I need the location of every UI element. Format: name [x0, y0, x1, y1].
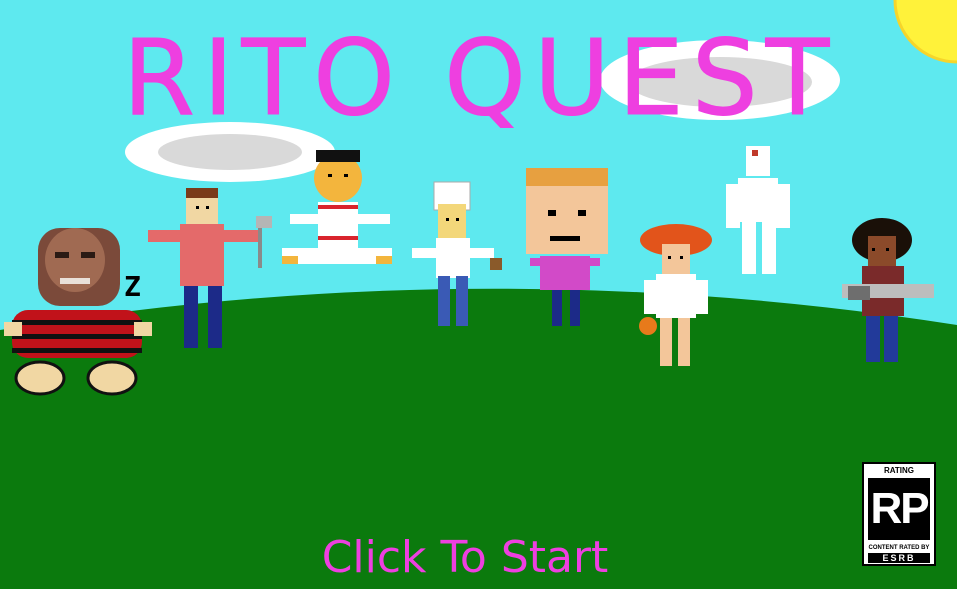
esrb-label: ESRB: [868, 553, 930, 563]
game-title: RITO QUEST: [122, 17, 838, 139]
esrb-rating-badge: RATING PENDING RP CONTENT RATED BY ESRB: [862, 462, 936, 566]
click-to-start-button[interactable]: Click To Start: [300, 528, 630, 588]
rating-letters: RP: [868, 478, 930, 540]
sleep-z-icon: Z: [124, 270, 141, 303]
content-rated-by-label: CONTENT RATED BY: [868, 545, 930, 551]
